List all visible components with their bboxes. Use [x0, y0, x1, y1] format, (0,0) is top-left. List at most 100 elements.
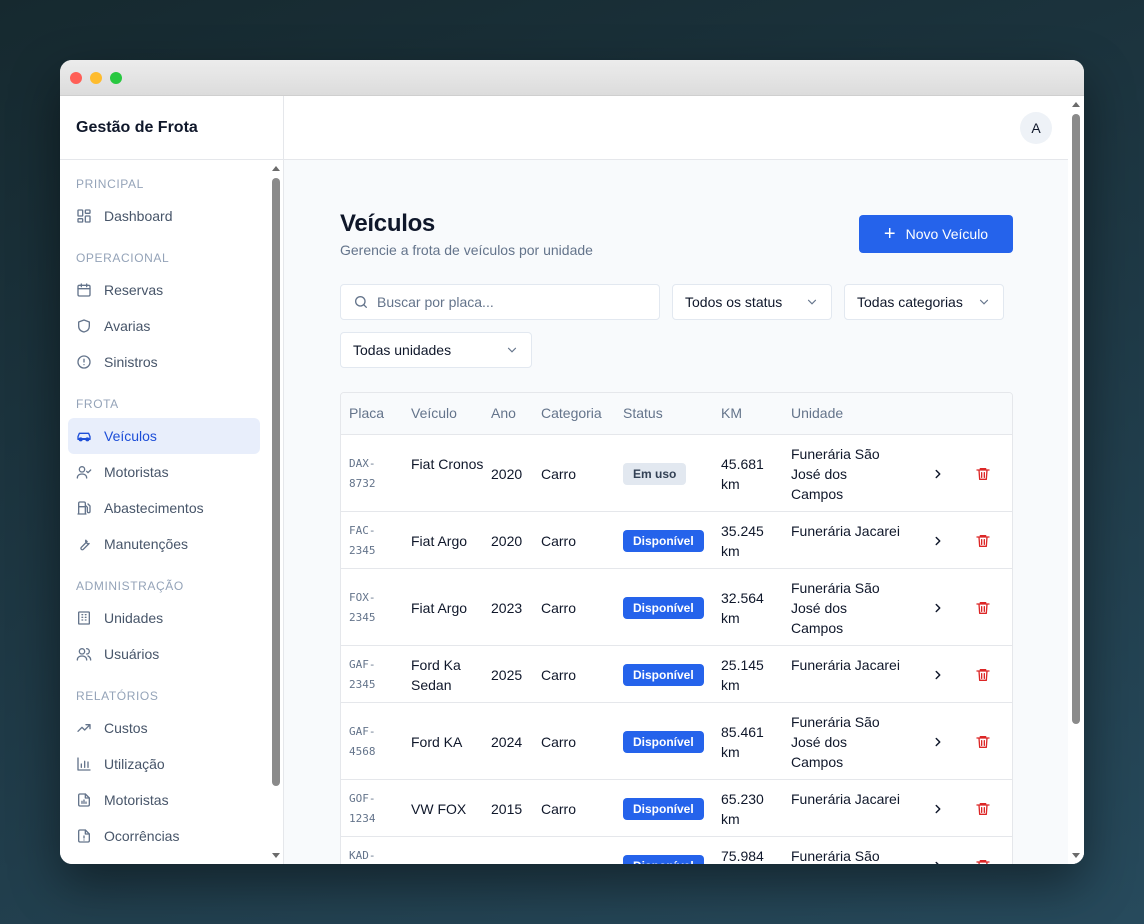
- vehicle-name: Ford KA: [411, 733, 463, 750]
- status-badge: Disponível: [623, 663, 704, 686]
- vehicle-year: 2023: [491, 599, 523, 616]
- file-chart-icon: [78, 793, 90, 807]
- col-header-placa[interactable]: Placa: [349, 405, 384, 421]
- scroll-down-arrow[interactable]: [1072, 853, 1080, 858]
- sidebar-item-veiculos[interactable]: Veículos: [68, 418, 260, 454]
- status-badge: Disponível: [623, 596, 704, 619]
- vehicle-name: VW FOX: [411, 800, 467, 817]
- table-row[interactable]: GAF-2345 Ford Ka Sedan 2025 Carro Disponível…: [341, 646, 1012, 703]
- sidebar-item-manutencoes[interactable]: Manutenções: [68, 526, 260, 562]
- chevron-right-icon[interactable]: [931, 601, 945, 615]
- vehicle-name: Ford Ka Sedan: [411, 656, 461, 693]
- table-row[interactable]: KAD- Disponível 75.984 Funerária São: [341, 837, 1012, 864]
- sidebar-scroll-thumb[interactable]: [272, 178, 280, 786]
- chevron-down-icon: [507, 347, 517, 353]
- scroll-up-arrow[interactable]: [272, 166, 280, 171]
- sidebar-scrollbar[interactable]: [268, 160, 283, 864]
- trash-icon[interactable]: [975, 600, 991, 616]
- vehicle-year: 2024: [491, 733, 523, 750]
- trash-icon[interactable]: [975, 533, 991, 549]
- vehicle-name: Fiat Argo: [411, 599, 468, 616]
- vehicle-year: 2025: [491, 666, 523, 683]
- page-subtitle: Gerencie a frota de veículos por unidade: [340, 242, 593, 258]
- main-area: A Veículos Gerencie a frota de veículos …: [284, 96, 1084, 864]
- col-header-categoria[interactable]: Categoria: [541, 405, 602, 421]
- trash-icon[interactable]: [975, 858, 991, 865]
- sidebar-item-dashboard[interactable]: Dashboard: [68, 198, 260, 234]
- scroll-down-arrow[interactable]: [272, 853, 280, 858]
- main-scrollbar[interactable]: [1068, 96, 1084, 864]
- sidebar-item-abastecimentos[interactable]: Abastecimentos: [68, 490, 260, 526]
- chevron-right-icon[interactable]: [931, 859, 945, 865]
- window-titlebar: [60, 60, 1084, 96]
- avatar[interactable]: A: [1020, 112, 1052, 144]
- main-scroll-thumb[interactable]: [1072, 114, 1080, 724]
- maximize-window-button[interactable]: [110, 71, 122, 84]
- search-box[interactable]: [340, 284, 660, 320]
- sidebar-item-label: Reservas: [104, 282, 164, 298]
- sidebar-item-ocorrencias[interactable]: Ocorrências: [68, 818, 260, 854]
- minimize-window-button[interactable]: [90, 71, 102, 84]
- vehicle-category: Carro: [541, 800, 577, 817]
- sidebar-item-sinistros[interactable]: Sinistros: [68, 344, 260, 380]
- vehicle-km: 32.564 km: [721, 589, 764, 626]
- vehicle-year: 2015: [491, 800, 523, 817]
- table-row[interactable]: GOF-1234 VW FOX 2015 Carro Disponível 65.230 …: [341, 780, 1012, 837]
- sidebar-item-unidades[interactable]: Unidades: [68, 600, 260, 636]
- trash-icon[interactable]: [975, 734, 991, 750]
- col-header-unidade[interactable]: Unidade: [791, 405, 843, 421]
- sidebar-item-motoristas[interactable]: Motoristas: [68, 782, 260, 818]
- new-vehicle-button[interactable]: + Novo Veículo: [859, 215, 1013, 253]
- chevron-right-icon[interactable]: [931, 668, 945, 682]
- category-filter-select[interactable]: Todas categorias: [844, 284, 1004, 320]
- close-window-button[interactable]: [70, 71, 82, 84]
- table-row[interactable]: GAF-4568 Ford KA 2024 Carro Disponível 85.461…: [341, 703, 1012, 780]
- status-filter-select[interactable]: Todos os status: [672, 284, 832, 320]
- sidebar-item-label: Unidades: [104, 610, 164, 626]
- chevron-right-icon[interactable]: [931, 802, 945, 816]
- col-header-veiculo[interactable]: Veículo: [411, 405, 457, 421]
- table-row[interactable]: FOX-2345 Fiat Argo 2023 Carro Disponível 32.5…: [341, 569, 1012, 646]
- alert-circle-icon: [77, 355, 91, 369]
- vehicles-table: Placa Veículo Ano Categoria Status KM Un…: [340, 392, 1013, 864]
- trash-icon[interactable]: [975, 667, 991, 683]
- sidebar-item-utilizacao[interactable]: Utilização: [68, 746, 260, 782]
- sidebar-item-label: Abastecimentos: [104, 500, 204, 516]
- trash-icon[interactable]: [975, 466, 991, 482]
- col-header-km[interactable]: KM: [721, 405, 742, 421]
- sidebar-item-label: Veículos: [104, 428, 157, 444]
- brand-title: Gestão de Frota: [60, 96, 283, 160]
- col-header-ano[interactable]: Ano: [491, 405, 516, 421]
- sidebar-item-label: Motoristas: [104, 792, 169, 808]
- chevron-right-icon[interactable]: [931, 534, 945, 548]
- shield-icon: [78, 319, 90, 333]
- sidebar-item-custos[interactable]: Custos: [68, 710, 260, 746]
- vehicle-plate: GAF-2345: [349, 657, 376, 691]
- table-row[interactable]: DAX-8732 Fiat Cronos 2020 Carro Em uso 45.681…: [341, 435, 1012, 512]
- vehicle-year: 2020: [491, 465, 523, 482]
- vehicle-plate: GOF-1234: [349, 791, 376, 825]
- vehicle-name: Fiat Cronos: [411, 455, 484, 472]
- vehicle-unit: Funerária São: [791, 847, 880, 864]
- vehicle-unit: Funerária São José dos Campos: [791, 445, 880, 502]
- sidebar-nav: PRINCIPAL Dashboard OPERACIONAL Reservas Ava…: [60, 160, 268, 864]
- sidebar-item-motoristas[interactable]: Motoristas: [68, 454, 260, 490]
- new-vehicle-label: Novo Veículo: [905, 226, 989, 242]
- sidebar-item-usuarios[interactable]: Usuários: [68, 636, 260, 672]
- plus-icon: +: [883, 223, 896, 245]
- sidebar-item-reservas[interactable]: Reservas: [68, 272, 260, 308]
- table-row[interactable]: FAC-2345 Fiat Argo 2020 Carro Disponível 35.2…: [341, 512, 1012, 569]
- unit-filter-select[interactable]: Todas unidades: [340, 332, 532, 368]
- scroll-up-arrow[interactable]: [1072, 102, 1080, 107]
- trash-icon[interactable]: [975, 801, 991, 817]
- search-input[interactable]: [377, 294, 627, 310]
- vehicle-plate: GAF-4568: [349, 724, 376, 758]
- chevron-right-icon[interactable]: [931, 467, 945, 481]
- chevron-right-icon[interactable]: [931, 735, 945, 749]
- sidebar-item-avarias[interactable]: Avarias: [68, 308, 260, 344]
- sidebar-section-title: ADMINISTRAÇÃO: [76, 579, 184, 593]
- col-header-status[interactable]: Status: [623, 405, 663, 421]
- sidebar-item-label: Usuários: [104, 646, 160, 662]
